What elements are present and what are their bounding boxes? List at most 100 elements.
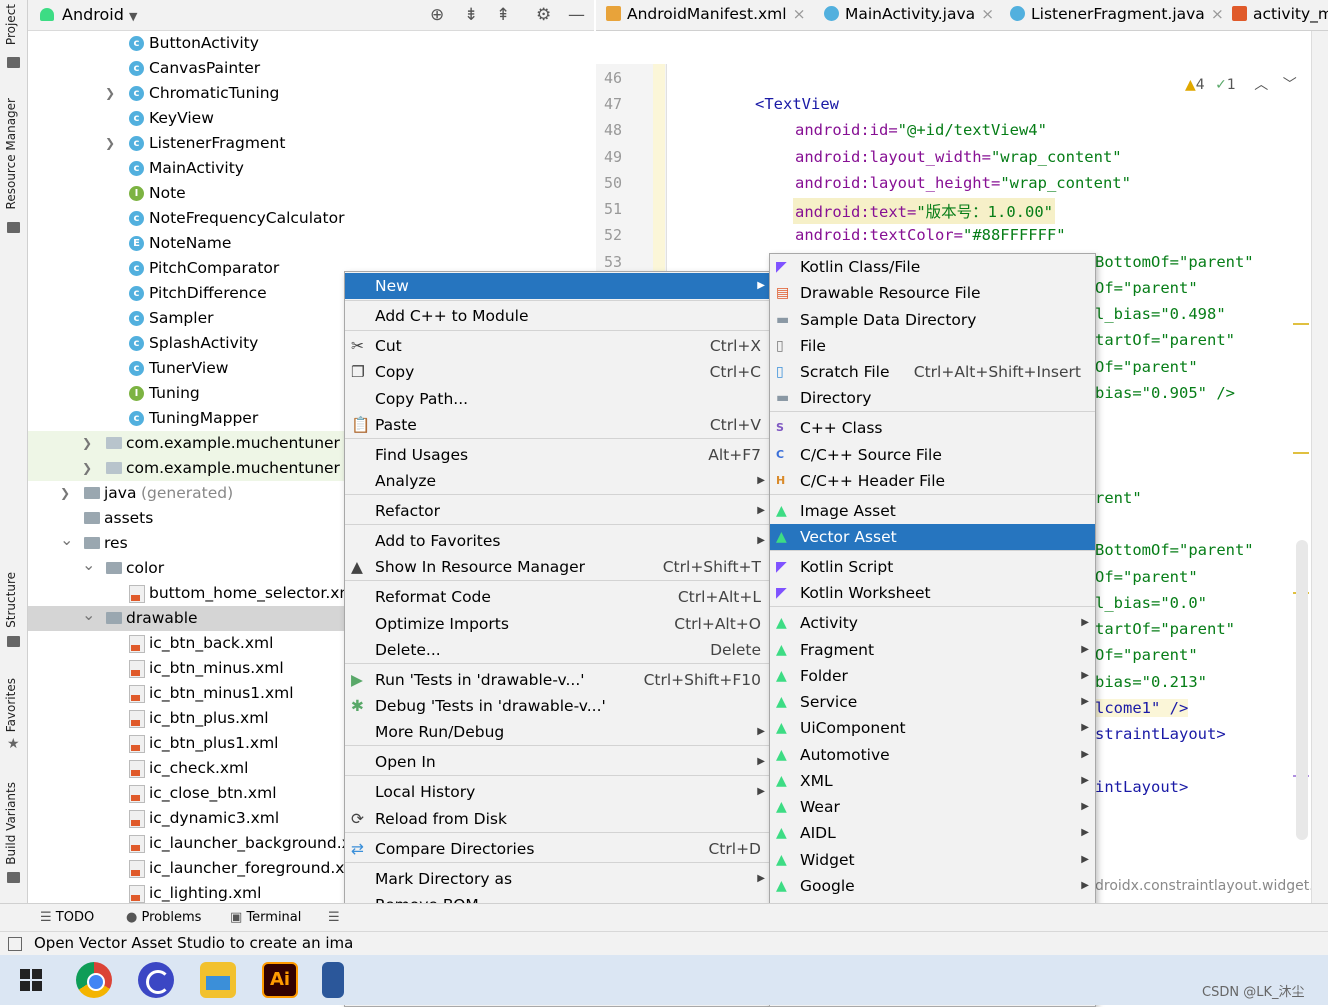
tree-item[interactable]: c MainActivity xyxy=(28,156,594,181)
new-submenu-item[interactable]: ▲ UiComponent ▶ xyxy=(770,715,1095,741)
new-submenu-item[interactable]: ▲ XML ▶ xyxy=(770,768,1095,794)
new-submenu-item[interactable]: ▯ Scratch File Ctrl+Alt+Shift+Insert xyxy=(770,359,1095,385)
chevron-down-icon[interactable]: ⌄ xyxy=(82,552,95,577)
new-submenu-item[interactable]: ▲ Service ▶ xyxy=(770,689,1095,715)
context-menu-item[interactable]: Copy Path... xyxy=(345,386,769,412)
chevron-right-icon[interactable]: ❯ xyxy=(82,431,92,456)
tab-android-manifest[interactable]: AndroidManifest.xml × xyxy=(606,5,806,23)
context-menu-item[interactable]: Delete... Delete xyxy=(345,637,769,663)
new-submenu-item[interactable]: C C/C++ Source File xyxy=(770,442,1095,468)
context-menu-item[interactable]: ⇄ Compare Directories Ctrl+D xyxy=(345,836,769,862)
new-submenu-item[interactable]: ▲ Wear ▶ xyxy=(770,794,1095,820)
new-submenu-item[interactable]: ◤ Kotlin Worksheet xyxy=(770,580,1095,606)
tab-favorites[interactable]: Favorites xyxy=(4,678,18,732)
new-submenu-item[interactable]: ◤ Kotlin Class/File xyxy=(770,254,1095,280)
context-menu-item[interactable]: ✱ Debug 'Tests in 'drawable-v...' xyxy=(345,693,769,719)
new-submenu-item[interactable]: ▲ Image Asset xyxy=(770,498,1095,524)
chrome-icon[interactable] xyxy=(76,962,112,998)
tab-problems[interactable]: ● Problems xyxy=(126,910,201,925)
tab-main-activity[interactable]: MainActivity.java × xyxy=(824,5,994,23)
tree-item[interactable]: I Note xyxy=(28,181,594,206)
context-menu-item[interactable]: Reformat Code Ctrl+Alt+L xyxy=(345,584,769,610)
chevron-down-icon[interactable]: ⌄ xyxy=(60,527,73,552)
context-menu-item[interactable]: More Run/Debug ▶ xyxy=(345,719,769,745)
hide-icon[interactable]: — xyxy=(568,5,585,25)
new-submenu-item[interactable]: ▤ Drawable Resource File xyxy=(770,280,1095,306)
tree-item[interactable]: c ButtonActivity xyxy=(28,31,594,56)
tab-project[interactable]: Project xyxy=(4,4,18,45)
context-menu-item[interactable]: New ▶ xyxy=(345,273,769,299)
context-menu-item[interactable]: Mark Directory as ▶ xyxy=(345,866,769,892)
context-menu-item[interactable]: Local History ▶ xyxy=(345,779,769,805)
tab-resource-manager[interactable]: Resource Manager xyxy=(4,98,18,209)
chevron-right-icon[interactable]: ❯ xyxy=(105,131,115,156)
word-icon[interactable] xyxy=(322,962,344,998)
chevron-right-icon[interactable]: ❯ xyxy=(60,481,70,506)
tree-item[interactable]: E NoteName xyxy=(28,231,594,256)
close-icon[interactable]: × xyxy=(793,5,806,23)
chevron-up-icon[interactable]: ︿ xyxy=(1254,77,1268,93)
context-menu-item[interactable]: Analyze ▶ xyxy=(345,468,769,494)
context-menu-item[interactable]: ⟳ Reload from Disk xyxy=(345,806,769,832)
collapse-all-icon[interactable]: ⇞ xyxy=(496,5,510,25)
tab-activity-layout[interactable]: activity_m xyxy=(1232,5,1328,23)
close-icon[interactable]: × xyxy=(981,5,994,23)
new-submenu-item[interactable]: ▲ Widget ▶ xyxy=(770,847,1095,873)
gear-icon[interactable]: ⚙ xyxy=(536,5,551,25)
chevron-down-icon[interactable]: ﹀ xyxy=(1283,77,1297,93)
new-submenu-item[interactable]: ▲ Activity ▶ xyxy=(770,610,1095,636)
illustrator-icon[interactable]: Ai xyxy=(262,962,298,998)
context-menu-item[interactable]: Add to Favorites ▶ xyxy=(345,528,769,554)
context-menu-item[interactable]: Add C++ to Module xyxy=(345,303,769,329)
tree-item[interactable]: c NoteFrequencyCalculator xyxy=(28,206,594,231)
context-menu-item[interactable]: Refactor ▶ xyxy=(345,498,769,524)
context-menu-item[interactable]: ✂ Cut Ctrl+X xyxy=(345,333,769,359)
editor-scrollbar[interactable] xyxy=(1296,540,1308,840)
tab-structure[interactable]: Structure xyxy=(4,572,18,628)
header-icon: H xyxy=(776,474,786,487)
tab-build-variants[interactable]: Build Variants xyxy=(4,782,18,865)
tree-item[interactable]: c KeyView xyxy=(28,106,594,131)
inspection-widget[interactable]: ▲4 ✓1 ︿ ﹀ xyxy=(1185,74,1297,94)
close-icon[interactable]: × xyxy=(1211,5,1224,23)
tab-listener-fragment[interactable]: ListenerFragment.java × xyxy=(1010,5,1224,23)
context-menu-item[interactable]: Open In ▶ xyxy=(345,749,769,775)
tab-terminal[interactable]: ▣ Terminal xyxy=(230,910,301,925)
tab-todo[interactable]: ☰ TODO xyxy=(40,910,94,925)
chevron-down-icon[interactable]: ⌄ xyxy=(82,602,95,627)
status-toggle-icon[interactable] xyxy=(8,937,22,951)
tree-item-label: drawable xyxy=(126,609,198,627)
file-explorer-icon[interactable] xyxy=(200,962,236,998)
more-icon[interactable]: ☰ xyxy=(328,910,340,925)
tree-item[interactable]: c CanvasPainter xyxy=(28,56,594,81)
context-menu-item[interactable]: Find Usages Alt+F7 xyxy=(345,442,769,468)
new-submenu-item[interactable]: ▲ AIDL ▶ xyxy=(770,820,1095,846)
new-submenu-item[interactable]: S C++ Class xyxy=(770,415,1095,441)
new-submenu-item[interactable]: ▲ Automotive ▶ xyxy=(770,742,1095,768)
chevron-right-icon[interactable]: ❯ xyxy=(105,81,115,106)
context-menu-item[interactable]: ❐ Copy Ctrl+C xyxy=(345,359,769,385)
new-submenu-item[interactable]: H C/C++ Header File xyxy=(770,468,1095,494)
menu-item-shortcut: Ctrl+Shift+T xyxy=(662,558,761,576)
context-menu-item[interactable]: Optimize Imports Ctrl+Alt+O xyxy=(345,611,769,637)
new-submenu-item[interactable]: ▬ Directory xyxy=(770,385,1095,411)
new-submenu-item[interactable]: ▲ Fragment ▶ xyxy=(770,637,1095,663)
moon-app-icon[interactable] xyxy=(138,962,174,998)
context-menu-item[interactable]: 📋 Paste Ctrl+V xyxy=(345,412,769,438)
new-submenu-item[interactable]: ◤ Kotlin Script xyxy=(770,554,1095,580)
new-submenu-item[interactable]: ▲ Vector Asset xyxy=(770,524,1095,550)
tree-item[interactable]: ❯ c ListenerFragment xyxy=(28,131,594,156)
locate-icon[interactable]: ⊕ xyxy=(430,5,444,25)
context-menu-item[interactable]: ▶ Run 'Tests in 'drawable-v...' Ctrl+Shift… xyxy=(345,667,769,693)
windows-start-icon[interactable] xyxy=(20,969,42,991)
project-view-selector[interactable]: Android ▼ xyxy=(62,5,137,24)
new-submenu-item[interactable]: ▬ Sample Data Directory xyxy=(770,307,1095,333)
new-submenu-item[interactable]: ▲ Google ▶ xyxy=(770,873,1095,899)
new-submenu-item[interactable]: ▯ File xyxy=(770,333,1095,359)
tree-item[interactable]: ❯ c ChromaticTuning xyxy=(28,81,594,106)
chevron-right-icon[interactable]: ❯ xyxy=(82,456,92,481)
context-menu-item[interactable]: ▲ Show In Resource Manager Ctrl+Shift+T xyxy=(345,554,769,580)
new-submenu-item[interactable]: ▲ Folder ▶ xyxy=(770,663,1095,689)
line-number: 52 xyxy=(604,226,623,244)
expand-all-icon[interactable]: ⇟ xyxy=(464,5,478,25)
